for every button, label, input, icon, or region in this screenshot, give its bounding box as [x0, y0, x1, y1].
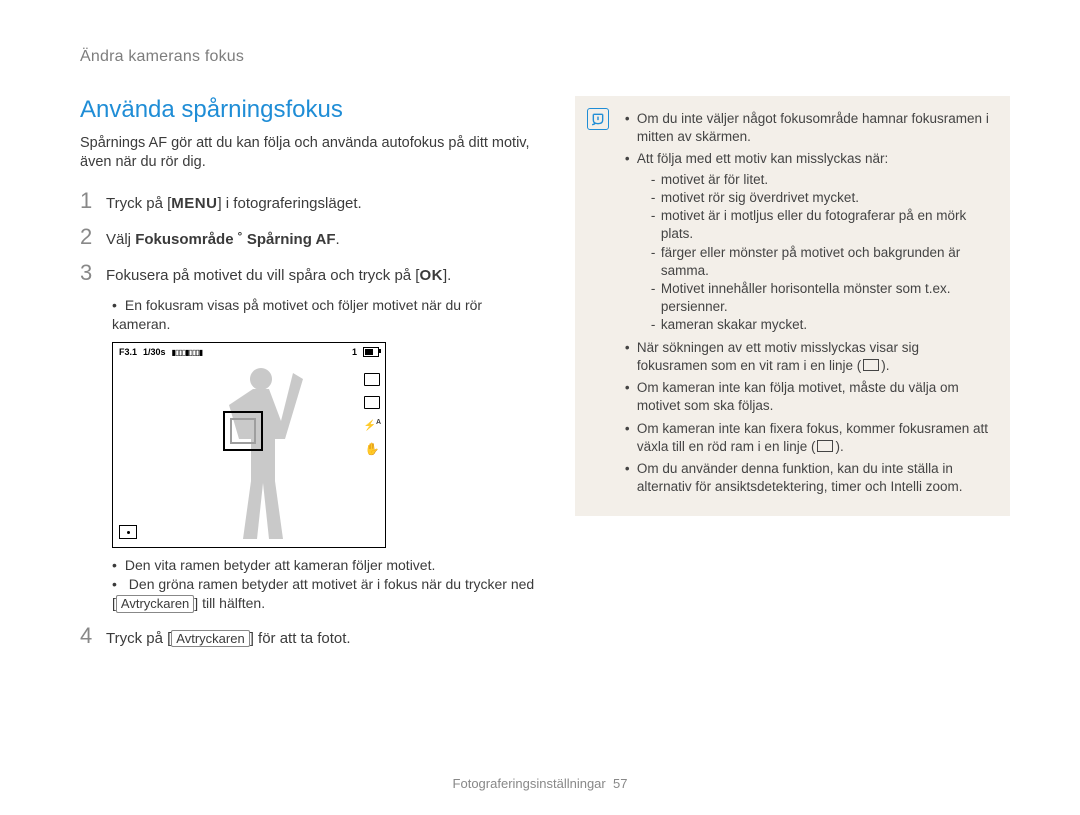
section-title: Använda spårningsfokus — [80, 96, 535, 124]
step-3: 3 Fokusera på motivet du vill spåra och … — [80, 260, 535, 286]
text: ] för att ta fotot. — [250, 630, 351, 647]
quality-icon — [364, 396, 380, 409]
text: Tryck på [ — [106, 630, 171, 647]
stabilizer-icon: ✋ — [365, 442, 380, 456]
exposure-scale-icon: ▮▯▯▯▮▯▯▯▮ — [172, 348, 203, 357]
note-2-sub-3: motivet är i motljus eller du fotografer… — [651, 207, 992, 243]
footer-label: Fotograferingsinställningar — [453, 776, 606, 791]
step-text: Välj Fokusområde ˚ Spårning AF. — [106, 230, 340, 250]
step-number: 3 — [80, 260, 94, 286]
aperture-value: F3.1 — [119, 347, 137, 357]
red-frame-icon — [817, 440, 833, 452]
text: Att följa med ett motiv kan misslyckas n… — [637, 151, 888, 166]
note-item-4: Om kameran inte kan följa motivet, måste… — [625, 379, 992, 415]
text: Tryck på [ — [106, 195, 171, 212]
note-2-sub-6: kameran skakar mycket. — [651, 316, 992, 334]
left-column: Använda spårningsfokus Spårnings AF gör … — [80, 96, 535, 659]
note-item-1: Om du inte väljer något fokusområde hamn… — [625, 110, 992, 146]
menu-button-label: MENU — [171, 194, 217, 214]
camera-screen-illustration: F3.1 1/30s ▮▯▯▯▮▯▯▯▮ 1 ⚡A ✋ — [112, 342, 386, 548]
step-number: 1 — [80, 188, 94, 214]
step-text: Tryck på [MENU] i fotograferingsläget. — [106, 194, 362, 214]
note-item-6: Om du använder denna funktion, kan du in… — [625, 460, 992, 496]
flash-auto-icon: ⚡A — [363, 419, 381, 431]
note-item-2: Att följa med ett motiv kan misslyckas n… — [625, 150, 992, 334]
text: Fokusera på motivet du vill spåra och tr… — [106, 267, 419, 284]
step-3-sub-2: Den vita ramen betyder att kameran följe… — [112, 556, 535, 575]
text: ). — [835, 439, 843, 454]
battery-icon — [363, 347, 379, 357]
page-number: 57 — [613, 776, 627, 791]
shutter-button-label: Avtryckaren — [116, 595, 194, 613]
shots-remaining: 1 — [352, 347, 357, 357]
shutter-value: 1/30s — [143, 347, 166, 357]
page-footer: Fotograferingsinställningar 57 — [0, 776, 1080, 791]
text: ] till hälften. — [194, 595, 265, 611]
ok-button-label: OK — [419, 266, 443, 286]
subject-silhouette-icon — [223, 361, 303, 541]
white-frame-icon — [863, 359, 879, 371]
camera-topbar: F3.1 1/30s ▮▯▯▯▮▯▯▯▮ 1 — [113, 345, 385, 359]
note-box: Om du inte väljer något fokusområde hamn… — [575, 96, 1010, 516]
note-2-sub-2: motivet rör sig överdrivet mycket. — [651, 189, 992, 207]
menu-path: Fokusområde ˚ Spårning AF — [135, 231, 335, 248]
step-text: Fokusera på motivet du vill spåra och tr… — [106, 266, 451, 286]
step-number: 4 — [80, 623, 94, 649]
note-2-sub-1: motivet är för litet. — [651, 171, 992, 189]
text: . — [335, 231, 339, 248]
step-number: 2 — [80, 224, 94, 250]
step-text: Tryck på [Avtryckaren] för att ta fotot. — [106, 629, 351, 649]
image-size-icon — [364, 373, 380, 386]
note-2-sub-4: färger eller mönster på motivet och bakg… — [651, 244, 992, 280]
step-3-sub-3: Den gröna ramen betyder att motivet är i… — [112, 575, 535, 613]
note-icon — [587, 108, 609, 130]
note-2-sub-5: Motivet innehåller horisontella mönster … — [651, 280, 992, 316]
text: ). — [881, 358, 889, 373]
note-item-5: Om kameran inte kan fixera fokus, kommer… — [625, 420, 992, 456]
note-item-3: När sökningen av ett motiv misslyckas vi… — [625, 339, 992, 375]
breadcrumb: Ändra kamerans fokus — [80, 48, 1010, 66]
intro-text: Spårnings AF gör att du kan följa och an… — [80, 134, 535, 172]
text: ]. — [443, 267, 451, 284]
text: Om kameran inte kan fixera fokus, kommer… — [637, 421, 988, 454]
right-column: Om du inte väljer något fokusområde hamn… — [575, 96, 1010, 659]
step-3-sub-1: En fokusram visas på motivet och följer … — [112, 296, 535, 334]
text: ] i fotograferingsläget. — [217, 195, 361, 212]
text: Välj — [106, 231, 135, 248]
shutter-button-label: Avtryckaren — [171, 630, 249, 648]
step-2: 2 Välj Fokusområde ˚ Spårning AF. — [80, 224, 535, 250]
metering-icon — [119, 525, 137, 539]
step-4: 4 Tryck på [Avtryckaren] för att ta foto… — [80, 623, 535, 649]
tracking-focus-frame-icon — [223, 411, 263, 451]
step-1: 1 Tryck på [MENU] i fotograferingsläget. — [80, 188, 535, 214]
